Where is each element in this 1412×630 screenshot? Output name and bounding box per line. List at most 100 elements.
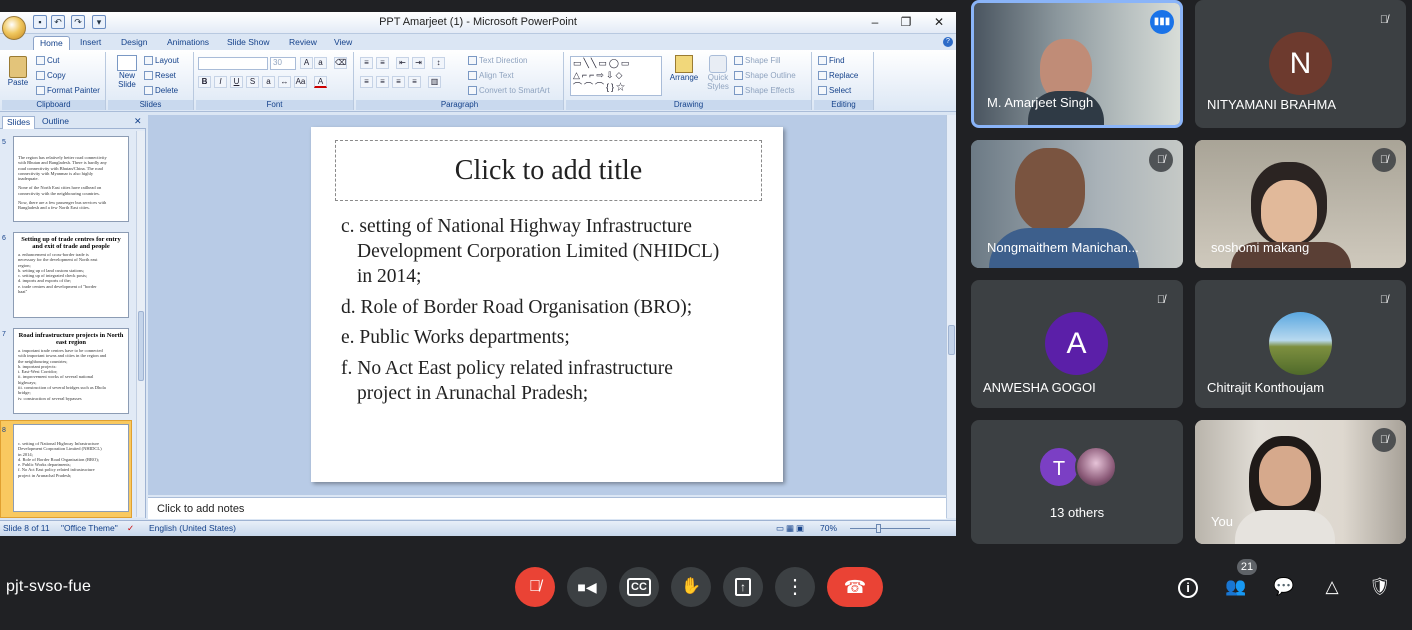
shape-fill-button[interactable]: Shape Fill (734, 56, 781, 66)
host-controls-button[interactable]: 🛡 (1368, 575, 1392, 599)
office-button[interactable] (2, 16, 26, 40)
tab-animations[interactable]: Animations (161, 36, 215, 50)
participant-tile-nongmaithem[interactable]: 🎙̸ Nongmaithem Manichan... (971, 140, 1183, 268)
participant-tile-others[interactable]: T 13 others (971, 420, 1183, 544)
align-text-button[interactable]: Align Text (468, 71, 514, 81)
language[interactable]: English (United States) (149, 523, 236, 533)
italic-icon[interactable]: I (214, 76, 227, 88)
align-left-icon[interactable]: ≡ (360, 76, 373, 88)
text-direction-button[interactable]: Text Direction (468, 56, 527, 66)
new-slide-icon (117, 55, 137, 71)
thumbnail-scrollbar[interactable] (136, 131, 145, 517)
copy-button[interactable]: Copy (36, 71, 66, 81)
slide-thumbnail-6[interactable]: Setting up of trade centres for entry an… (13, 232, 129, 318)
font-size-field[interactable]: 30 (270, 57, 296, 70)
quick-styles-button[interactable]: Quick Styles (702, 54, 734, 98)
delete-slide-button[interactable]: Delete (144, 86, 178, 96)
tab-review[interactable]: Review (283, 36, 323, 50)
activities-button[interactable]: △ (1320, 575, 1344, 599)
zoom-level[interactable]: 70% (820, 523, 837, 533)
scrollbar-thumb[interactable] (138, 311, 144, 381)
participant-tile-anwesha[interactable]: 🎙̸ A ANWESHA GOGOI (971, 280, 1183, 408)
select-button[interactable]: Select (818, 86, 851, 96)
mic-toggle-button[interactable]: 🎙̸ (515, 567, 555, 607)
font-color-icon[interactable]: A (314, 76, 327, 88)
minimize-button[interactable]: – (860, 14, 890, 31)
tab-view[interactable]: View (328, 36, 358, 50)
view-buttons[interactable]: ▭▦▣ (776, 523, 806, 534)
customize-qat-icon[interactable]: ▾ (92, 15, 106, 29)
close-panel-icon[interactable]: ✕ (134, 116, 142, 127)
shape-outline-button[interactable]: Shape Outline (734, 71, 796, 81)
raise-hand-button[interactable]: ✋ (671, 567, 711, 607)
participant-tile-amarjeet[interactable]: ▮▮▮ M. Amarjeet Singh (971, 0, 1183, 128)
tab-outline[interactable]: Outline (38, 116, 73, 129)
justify-icon[interactable]: ≡ (408, 76, 421, 88)
layout-button[interactable]: Layout (144, 56, 179, 66)
quick-styles-label: Quick Styles (707, 73, 729, 91)
shadow-icon[interactable]: S (246, 76, 259, 88)
slide-thumbnail-8[interactable]: c. setting of National Highway Infrastru… (13, 424, 129, 512)
tab-home[interactable]: Home (33, 36, 70, 50)
zoom-slider[interactable] (842, 524, 938, 533)
strikethrough-icon[interactable]: a (262, 76, 275, 88)
clear-format-icon[interactable]: ⌫ (334, 57, 347, 69)
bullets-icon[interactable]: ≡ (360, 57, 373, 69)
maximize-button[interactable]: ❐ (891, 14, 921, 31)
paste-button[interactable]: Paste (6, 54, 30, 96)
slide-scrollbar[interactable] (946, 115, 956, 518)
spellcheck-icon[interactable]: ✓ (127, 523, 134, 534)
arrange-button[interactable]: Arrange (668, 54, 700, 98)
cut-button[interactable]: Cut (36, 56, 59, 66)
shrink-font-icon[interactable]: a (314, 57, 327, 69)
participant-tile-self[interactable]: 🎙̸ You (1195, 420, 1406, 544)
font-name-field[interactable] (198, 57, 268, 70)
notes-pane[interactable]: Click to add notes (148, 497, 946, 519)
bold-icon[interactable]: B (198, 76, 211, 88)
line-spacing-icon[interactable]: ↕ (432, 57, 445, 69)
participant-tile-nityamani[interactable]: 🎙̸ N NITYAMANI BRAHMA (1195, 0, 1406, 128)
meeting-details-button[interactable]: i (1176, 575, 1200, 599)
numbering-icon[interactable]: ≡ (376, 57, 389, 69)
replace-button[interactable]: Replace (818, 71, 858, 81)
align-right-icon[interactable]: ≡ (392, 76, 405, 88)
current-slide[interactable]: Click to add title c. setting of Nationa… (311, 127, 783, 482)
tab-insert[interactable]: Insert (74, 36, 107, 50)
align-center-icon[interactable]: ≡ (376, 76, 389, 88)
slide-thumbnail-7[interactable]: Road infrastructure projects in North ea… (13, 328, 129, 414)
underline-icon[interactable]: U (230, 76, 243, 88)
find-button[interactable]: Find (818, 56, 845, 66)
chat-button[interactable]: 💬 (1272, 575, 1296, 599)
tab-slide-show[interactable]: Slide Show (221, 36, 276, 50)
shapes-gallery[interactable]: ▭╲╲▭◯▭ △⌐⌐⇨⇩◇ ⌒⌒⌒{}☆ (570, 56, 662, 96)
camera-toggle-button[interactable]: ■◀ (567, 567, 607, 607)
participant-tile-chitrajit[interactable]: 🎙̸ Chitrajit Konthoujam (1195, 280, 1406, 408)
tab-design[interactable]: Design (115, 36, 153, 50)
spacing-icon[interactable]: ↔ (278, 76, 291, 88)
present-screen-button[interactable]: ↑ (723, 567, 763, 607)
redo-icon[interactable]: ↷ (71, 15, 85, 29)
help-icon[interactable]: ? (943, 37, 953, 47)
increase-indent-icon[interactable]: ⇥ (412, 57, 425, 69)
more-options-button[interactable]: ⋮ (775, 567, 815, 607)
captions-button[interactable]: CC (619, 567, 659, 607)
participant-tile-soshomi[interactable]: 🎙̸ soshomi makang (1195, 140, 1406, 268)
tab-slides[interactable]: Slides (2, 116, 36, 129)
decrease-indent-icon[interactable]: ⇤ (396, 57, 409, 69)
leave-call-button[interactable]: ☎ (827, 567, 883, 607)
people-button[interactable]: 👥 (1224, 575, 1248, 599)
columns-icon[interactable]: ▥ (428, 76, 441, 88)
grow-font-icon[interactable]: A (300, 57, 313, 69)
save-icon[interactable]: ▪ (33, 15, 47, 29)
convert-smartart-button[interactable]: Convert to SmartArt (468, 86, 550, 96)
undo-icon[interactable]: ↶ (51, 15, 65, 29)
reset-button[interactable]: Reset (144, 71, 176, 81)
change-case-icon[interactable]: Aa (294, 76, 307, 88)
title-placeholder-box[interactable]: Click to add title (335, 140, 762, 201)
close-button[interactable]: ✕ (924, 14, 954, 31)
slide-thumbnail-5[interactable]: The region has relatively better road co… (13, 136, 129, 222)
format-painter-button[interactable]: Format Painter (36, 86, 100, 96)
shape-effects-button[interactable]: Shape Effects (734, 86, 795, 96)
scrollbar-thumb[interactable] (948, 325, 955, 355)
new-slide-button[interactable]: New Slide (112, 54, 142, 98)
